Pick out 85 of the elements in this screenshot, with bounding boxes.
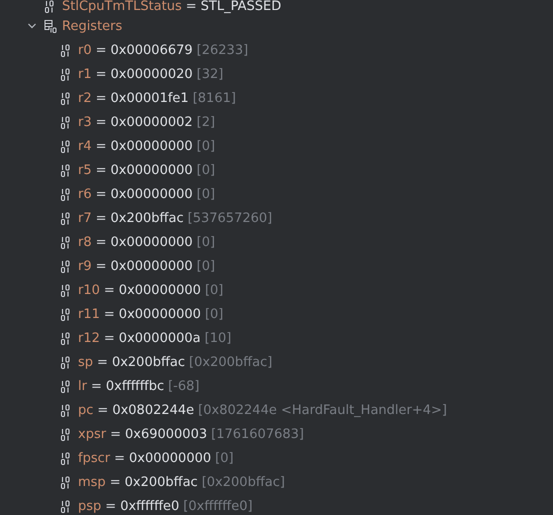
variable-name: lr: [78, 378, 87, 394]
value-detail: [1761607683]: [211, 426, 304, 442]
variable-value: 0x00000020: [110, 66, 193, 82]
variable-value: 0x00000000: [110, 258, 193, 274]
variable-value: 0x00000000: [110, 186, 193, 202]
variable-value: 0x200bffac: [110, 210, 184, 226]
variable-name: sp: [78, 354, 94, 370]
variable-name: r1: [78, 66, 92, 82]
equals-sign: =: [110, 426, 121, 442]
value-detail: [2]: [196, 114, 216, 130]
equals-sign: =: [96, 114, 107, 130]
value-detail: [0xffffffe0]: [183, 498, 253, 514]
variable-name: psp: [78, 498, 102, 514]
value-detail: [0]: [204, 282, 224, 298]
variable-value: 0x00000000: [110, 138, 193, 154]
variable-name: r9: [78, 258, 92, 274]
equals-sign: =: [110, 474, 121, 490]
variable-value: 0x0802244e: [112, 402, 194, 418]
equals-sign: =: [97, 354, 108, 370]
equals-sign: =: [104, 282, 115, 298]
equals-sign: =: [105, 498, 116, 514]
value-detail: [0]: [196, 138, 216, 154]
registers-icon: [44, 20, 57, 32]
variable-name: r0: [78, 42, 92, 58]
value-detail: [-68]: [168, 378, 200, 394]
variable-name: fpscr: [78, 450, 110, 466]
variable-name: r6: [78, 186, 92, 202]
value-detail: [0]: [204, 306, 224, 322]
variable-name: r7: [78, 210, 92, 226]
equals-sign: =: [96, 210, 107, 226]
equals-sign: =: [104, 330, 115, 346]
variable-value: 0x00000000: [118, 306, 201, 322]
equals-sign: =: [96, 42, 107, 58]
variable-name: r11: [78, 306, 100, 322]
variable-name: StlCpuTmTLStatus: [62, 0, 182, 14]
equals-sign: =: [104, 306, 115, 322]
variable-value: 0x69000003: [124, 426, 208, 442]
variable-name: pc: [78, 402, 94, 418]
value-detail: [0]: [196, 162, 216, 178]
value-detail: [0x200bffac]: [202, 474, 285, 490]
value-detail: [0]: [215, 450, 234, 466]
variable-name: r2: [78, 90, 92, 106]
equals-sign: =: [96, 258, 107, 274]
variable-name: r10: [78, 282, 100, 298]
value-detail: [0x802244e <HardFault_Handler+4>]: [198, 402, 447, 418]
variable-value: 0x00000000: [118, 282, 201, 298]
equals-sign: =: [90, 378, 102, 394]
value-detail: [32]: [196, 66, 224, 82]
value-detail: [10]: [204, 330, 232, 346]
variable-name: r3: [78, 114, 92, 130]
variable-name: r12: [78, 330, 100, 346]
equals-sign: =: [186, 0, 197, 14]
value-detail: [0]: [196, 234, 216, 250]
value-detail: [26233]: [196, 42, 248, 58]
equals-sign: =: [96, 186, 107, 202]
equals-sign: =: [114, 450, 125, 466]
variable-name: xpsr: [78, 426, 106, 442]
variable-value: 0x0000000a: [118, 330, 201, 346]
variable-value: 0x00000000: [129, 450, 212, 466]
value-detail: [537657260]: [188, 210, 272, 226]
variable-name: r4: [78, 138, 92, 154]
equals-sign: =: [97, 402, 108, 418]
variable-value: 0x200bffac: [124, 474, 198, 490]
value-detail: [0x200bffac]: [189, 354, 272, 370]
group-name: Registers: [62, 18, 122, 34]
variable-value: STL_PASSED: [200, 0, 282, 14]
equals-sign: =: [96, 66, 107, 82]
variable-value: 0x00006679: [110, 42, 193, 58]
variable-value: 0x00000002: [110, 114, 193, 130]
value-detail: [0]: [196, 186, 216, 202]
variable-value: 0x00000000: [110, 162, 193, 178]
variable-value: 0x00000000: [110, 234, 193, 250]
equals-sign: =: [96, 234, 107, 250]
variable-name: msp: [78, 474, 106, 490]
value-detail: [8161]: [192, 90, 236, 106]
variable-value: 0xffffffbc: [106, 378, 164, 394]
variable-value: 0xffffffe0: [120, 498, 180, 514]
equals-sign: =: [96, 162, 107, 178]
equals-sign: =: [96, 138, 107, 154]
variable-name: r8: [78, 234, 92, 250]
variable-value: 0x200bffac: [112, 354, 186, 370]
value-detail: [0]: [196, 258, 216, 274]
variable-value: 0x00001fe1: [110, 90, 189, 106]
variable-name: r5: [78, 162, 92, 178]
equals-sign: =: [96, 90, 107, 106]
